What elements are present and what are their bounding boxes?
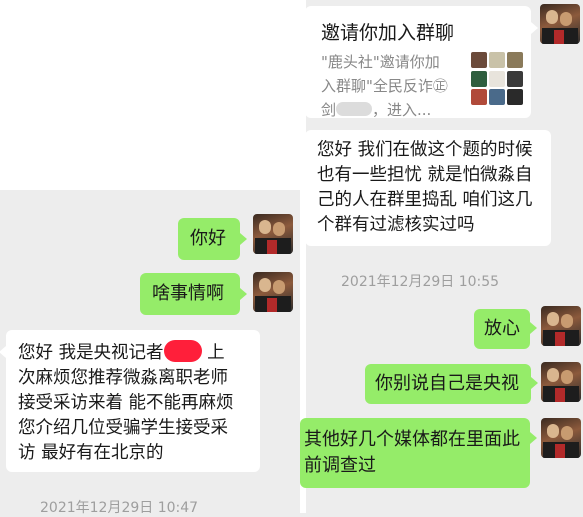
- bubble-tail: [240, 233, 247, 245]
- invite-desc-line: 剑 ，进入...: [321, 98, 457, 122]
- avatar[interactable]: [541, 306, 581, 346]
- invite-card-description: "鹿头社"邀请你加 入群聊"全民反诈㊣ 剑 ，进入...: [321, 50, 457, 122]
- message-bubble[interactable]: 您好 我们在做这个题的时候 也有一些担忧 就是怕微淼自 己的人在群里捣乱 咱们这…: [305, 130, 551, 246]
- group-member-thumbnail: [471, 89, 487, 106]
- message-line: 其他好几个媒体都在里面此: [304, 429, 520, 450]
- bubble-tail: [530, 432, 537, 444]
- avatar[interactable]: [540, 4, 580, 44]
- group-member-thumbnail: [471, 52, 487, 68]
- bubble-tail: [531, 22, 538, 34]
- message-text: 您好 我是央视记者: [18, 343, 164, 363]
- message-timestamp: 2021年12月29日 10:55: [341, 274, 500, 290]
- message-bubble[interactable]: 放心: [474, 309, 530, 349]
- message-bubble[interactable]: 啥事情啊: [140, 273, 240, 315]
- message-text: 你别说自己是央视: [375, 373, 519, 394]
- group-member-thumbnail: [489, 52, 505, 68]
- invite-desc-line: 入群聊"全民反诈㊣: [321, 77, 448, 95]
- group-member-thumbnail: [507, 52, 523, 68]
- invite-desc-line: "鹿头社"邀请你加: [321, 53, 440, 71]
- message-line: 次麻烦您推荐微淼离职老师: [18, 368, 228, 388]
- message-text: 你好: [190, 228, 226, 249]
- message-bubble[interactable]: 其他好几个媒体都在里面此 前调查过: [300, 418, 530, 488]
- redaction-mark: [163, 340, 202, 362]
- message-bubble[interactable]: 你好: [178, 218, 240, 260]
- message-timestamp: 2021年12月29日 10:47: [40, 500, 199, 516]
- invite-card-title: 邀请你加入群聊: [321, 22, 455, 44]
- message-line: 己的人在群里捣乱 咱们这几: [317, 190, 533, 210]
- group-member-thumbnail: [507, 89, 523, 106]
- message-text: 放心: [484, 318, 520, 339]
- message-line: 也有一些担忧 就是怕微淼自: [317, 165, 533, 185]
- message-line: 您好 我是央视记者 上: [18, 340, 252, 366]
- message-text: 啥事情啊: [152, 283, 224, 304]
- group-member-thumbnail: [471, 70, 487, 87]
- panel-background: [0, 0, 300, 190]
- message-bubble[interactable]: 你别说自己是央视: [365, 364, 531, 404]
- group-member-thumbnail: [489, 70, 505, 87]
- group-member-thumbnail: [489, 89, 505, 106]
- avatar[interactable]: [541, 418, 581, 458]
- message-line: 接受采访来着 能不能再麻烦: [18, 393, 234, 413]
- avatar[interactable]: [541, 362, 581, 402]
- bubble-tail: [531, 377, 538, 389]
- blurred-text: [336, 102, 373, 116]
- group-invite-card[interactable]: 邀请你加入群聊 "鹿头社"邀请你加 入群聊"全民反诈㊣ 剑 ，进入...: [305, 6, 531, 119]
- message-line: 前调查过: [304, 455, 376, 476]
- message-line: 您介绍几位受骗学生接受采: [18, 418, 228, 438]
- message-line: 您好 我们在做这个题的时候: [317, 140, 533, 160]
- group-thumbnail-grid: [471, 52, 525, 106]
- message-bubble[interactable]: 您好 我是央视记者 上 次麻烦您推荐微淼离职老师 接受采访来着 能不能再麻烦 您…: [6, 330, 260, 472]
- message-text: 上: [201, 343, 225, 363]
- message-line: 访 最好有在北京的: [18, 443, 164, 463]
- message-line: 个群有过滤核实过吗: [317, 215, 475, 235]
- group-member-thumbnail: [507, 70, 523, 87]
- chat-screenshot-collage: 邀请你加入群聊 "鹿头社"邀请你加 入群聊"全民反诈㊣ 剑 ，进入... 您好 我…: [0, 0, 583, 516]
- bubble-tail: [530, 322, 537, 334]
- bubble-tail: [0, 346, 6, 358]
- invite-desc-prefix: 剑: [321, 101, 337, 119]
- avatar[interactable]: [253, 214, 293, 254]
- invite-desc-suffix: ，进入...: [372, 101, 432, 119]
- avatar[interactable]: [253, 272, 293, 312]
- bubble-tail: [240, 288, 247, 300]
